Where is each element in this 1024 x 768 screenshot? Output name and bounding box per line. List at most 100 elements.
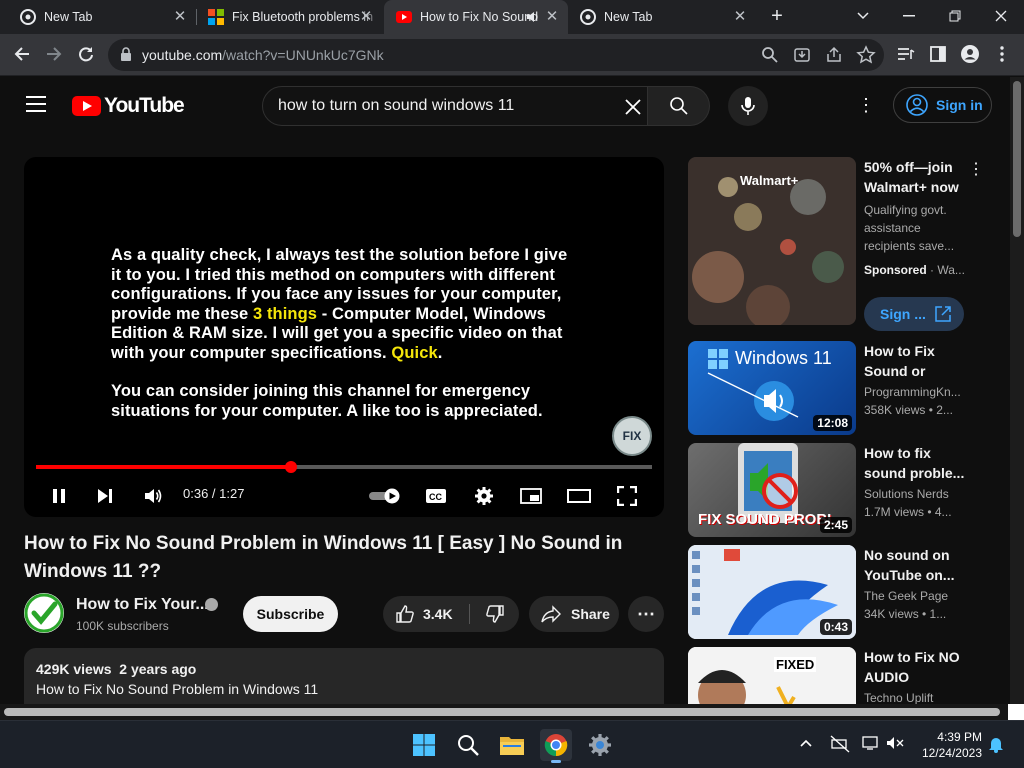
lock-icon[interactable]: [120, 47, 132, 61]
channel-name[interactable]: The Geek Page: [864, 589, 974, 603]
side-panel-button[interactable]: [924, 40, 952, 68]
theater-mode-button[interactable]: [565, 482, 593, 510]
video-thumbnail[interactable]: FIX SOUND PROBL 2:45: [688, 443, 856, 537]
close-tab-icon[interactable]: ✕: [172, 9, 188, 25]
scrollbar-thumb[interactable]: [1013, 81, 1021, 237]
like-button[interactable]: 3.4K: [383, 596, 469, 632]
sign-in-button[interactable]: Sign in: [893, 87, 992, 123]
video-title[interactable]: No sound on YouTube on...: [864, 545, 968, 585]
more-actions-button[interactable]: ⋯: [628, 596, 664, 632]
browser-toolbar: youtube.com/watch?v=UNUnkUc7GNk: [0, 34, 1024, 76]
settings-button[interactable]: [470, 482, 498, 510]
scrollbar-corner: [1008, 704, 1024, 720]
url-text[interactable]: youtube.com/watch?v=UNUnkUc7GNk: [142, 47, 384, 63]
taskbar-clock[interactable]: 4:39 PM 12/24/2023: [912, 729, 982, 761]
tab-new-tab-2[interactable]: New Tab ✕: [568, 0, 756, 34]
back-button[interactable]: [8, 40, 36, 68]
close-tab-icon[interactable]: ✕: [544, 9, 560, 25]
search-input[interactable]: how to turn on sound windows 11: [262, 86, 648, 126]
voice-search-button[interactable]: [728, 86, 768, 126]
video-thumbnail[interactable]: FIXED: [688, 647, 856, 704]
next-button[interactable]: [91, 482, 119, 510]
recommended-video[interactable]: Windows 11 12:08 How to Fix Sound or Aud…: [688, 341, 988, 435]
share-button[interactable]: Share: [529, 596, 619, 632]
vertical-scrollbar[interactable]: [1010, 77, 1024, 704]
video-player[interactable]: As a quality check, I always test the so…: [24, 157, 664, 517]
video-thumbnail[interactable]: Windows 11 12:08: [688, 341, 856, 435]
reload-button[interactable]: [72, 40, 100, 68]
start-button[interactable]: [408, 729, 440, 761]
settings-taskbar-button[interactable]: [584, 729, 616, 761]
minimize-button[interactable]: [886, 0, 932, 32]
new-tab-button[interactable]: +: [765, 5, 789, 29]
restore-button[interactable]: [932, 0, 978, 32]
channel-watermark[interactable]: FIX: [612, 416, 652, 456]
description-box[interactable]: 429K views 2 years ago How to Fix No Sou…: [24, 648, 664, 704]
recommended-video[interactable]: 0:43 No sound on YouTube on... The Geek …: [688, 545, 988, 639]
volume-muted-icon[interactable]: [886, 735, 904, 751]
subtitles-button[interactable]: CC: [422, 482, 450, 510]
tab-search-button[interactable]: [840, 0, 886, 32]
restore-icon: [949, 10, 961, 22]
file-explorer-button[interactable]: [496, 729, 528, 761]
menu-icon[interactable]: [26, 96, 46, 112]
battery-saver-icon[interactable]: [830, 735, 850, 753]
zoom-search-icon[interactable]: [760, 45, 780, 65]
forward-button[interactable]: [40, 40, 68, 68]
video-thumbnail[interactable]: 0:43: [688, 545, 856, 639]
miniplayer-button[interactable]: [517, 482, 545, 510]
tab-fix-bluetooth[interactable]: Fix Bluetooth problems in ✕: [196, 0, 382, 34]
channel-name[interactable]: How to Fix Your...: [76, 596, 209, 614]
fullscreen-button[interactable]: [613, 482, 641, 510]
chrome-taskbar-button[interactable]: [540, 729, 572, 763]
profile-button[interactable]: [956, 40, 984, 68]
bookmark-star-icon[interactable]: [856, 45, 876, 65]
ad-title[interactable]: 50% off—join Walmart+ now: [864, 157, 964, 197]
channel-avatar[interactable]: [24, 593, 64, 633]
progress-bar[interactable]: [36, 461, 652, 473]
subscribe-button[interactable]: Subscribe: [243, 596, 338, 632]
youtube-logo[interactable]: YouTube: [72, 94, 185, 118]
dislike-button[interactable]: [470, 596, 519, 632]
notification-bell-icon[interactable]: [988, 735, 1004, 753]
ad-cta-button[interactable]: Sign ...: [864, 297, 964, 331]
recommended-video[interactable]: FIXED How to Fix NO AUDIO Device... Tech…: [688, 647, 988, 704]
install-app-icon[interactable]: [792, 45, 812, 65]
autoplay-toggle[interactable]: [367, 482, 403, 510]
share-icon[interactable]: [824, 45, 844, 65]
chevron-up-icon[interactable]: [798, 735, 814, 751]
video-title: How to Fix No Sound Problem in Windows 1…: [24, 533, 623, 582]
scrubber-handle[interactable]: [284, 461, 297, 473]
channel-name[interactable]: Techno Uplift: [864, 691, 974, 704]
video-title[interactable]: How to Fix Sound or Audi...: [864, 341, 968, 381]
speaker-icon[interactable]: [526, 10, 540, 24]
chrome-menu-button[interactable]: [988, 40, 1016, 68]
ad-more-icon[interactable]: ⋮: [968, 159, 984, 179]
search-button[interactable]: [648, 86, 710, 126]
video-title[interactable]: How to Fix NO AUDIO Device...: [864, 647, 968, 687]
close-tab-icon[interactable]: ✕: [358, 9, 374, 25]
ad-thumbnail[interactable]: Walmart+: [688, 157, 856, 325]
channel-name[interactable]: ProgrammingKn...: [864, 385, 974, 399]
sponsored-ad[interactable]: Walmart+ 50% off—join Walmart+ now ⋮ Qua…: [688, 157, 988, 332]
reload-icon: [79, 47, 93, 62]
address-bar[interactable]: youtube.com/watch?v=UNUnkUc7GNk: [108, 39, 884, 71]
settings-more-icon[interactable]: ⋮: [856, 95, 876, 115]
horizontal-scrollbar[interactable]: [0, 704, 1024, 720]
youtube-play-icon: [72, 96, 101, 116]
channel-name[interactable]: Solutions Nerds: [864, 487, 974, 501]
media-control-button[interactable]: [892, 40, 920, 68]
recommended-video[interactable]: FIX SOUND PROBL 2:45 How to fix sound pr…: [688, 443, 988, 537]
scrollbar-thumb[interactable]: [4, 708, 1000, 716]
close-window-button[interactable]: [978, 0, 1024, 32]
mute-button[interactable]: [139, 482, 167, 510]
display-icon[interactable]: [862, 735, 880, 751]
pause-button[interactable]: [45, 482, 73, 510]
tab-how-to-fix-no-sound[interactable]: How to Fix No Sound ✕: [384, 0, 568, 34]
tab-new-tab-1[interactable]: New Tab ✕: [8, 0, 196, 34]
clear-icon[interactable]: [623, 97, 643, 117]
video-title[interactable]: How to fix sound proble...: [864, 443, 968, 483]
video-caption-overlay: As a quality check, I always test the so…: [111, 246, 581, 440]
taskbar-search-button[interactable]: [452, 729, 484, 761]
close-tab-icon[interactable]: ✕: [732, 9, 748, 25]
